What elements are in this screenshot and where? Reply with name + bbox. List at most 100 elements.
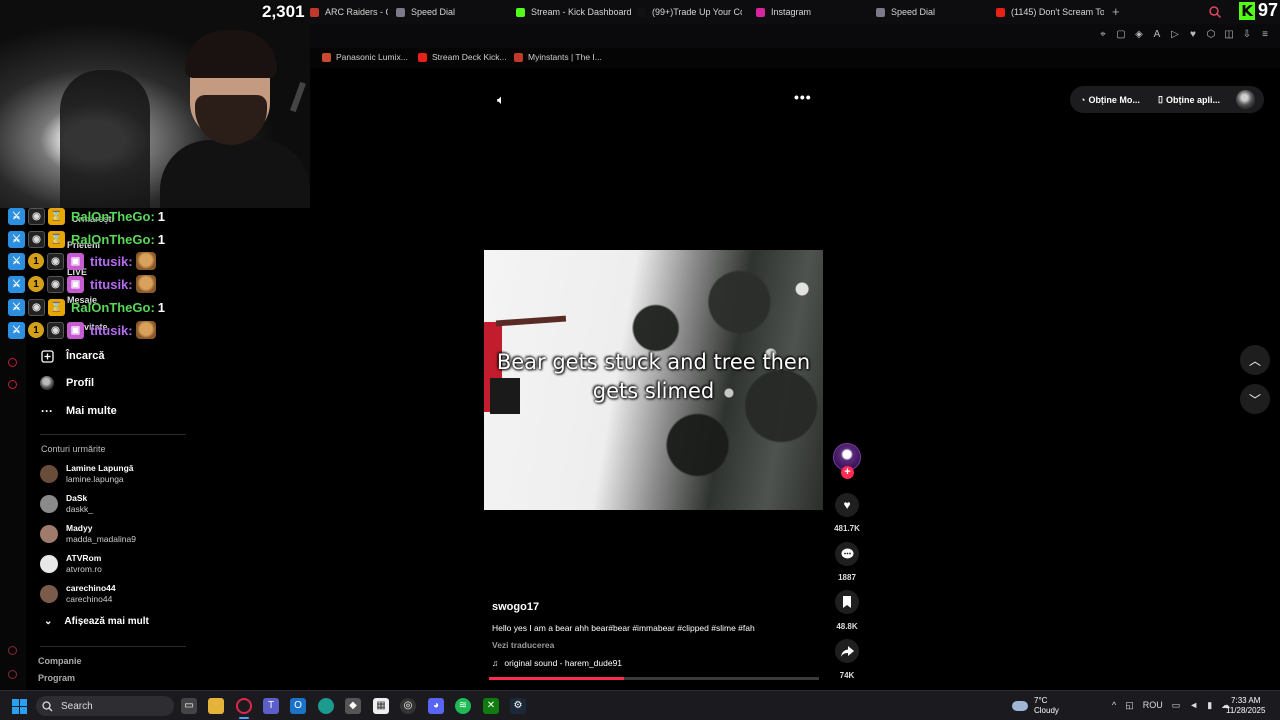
heart-icon[interactable]: ♥ — [1188, 29, 1198, 41]
get-coins-button[interactable]: ◔ Obține Mo... — [1080, 86, 1140, 113]
follow-plus-icon[interactable]: + — [841, 466, 854, 479]
strip-settings-icon[interactable] — [8, 646, 17, 655]
outlook-icon[interactable]: O — [290, 698, 306, 714]
followed-account[interactable]: Lamine Lapungă lamine.lapunga — [40, 463, 134, 485]
tray-chevron-icon[interactable]: ^ — [1112, 700, 1116, 711]
video-progress-fill — [489, 677, 625, 680]
browser-tab[interactable]: Speed Dial — [396, 0, 506, 24]
comment-button[interactable] — [835, 542, 859, 566]
play-icon[interactable]: ▷ — [1170, 29, 1180, 41]
video-sound[interactable]: ♫ original sound - harem_dude91 — [492, 658, 622, 668]
chat-username[interactable]: titusik: — [90, 277, 133, 292]
browser-tab[interactable]: (1145) Don't Scream Toge — [996, 0, 1104, 24]
share-button[interactable] — [835, 639, 859, 663]
bookmark-item[interactable]: Stream Deck Kick... — [418, 52, 507, 62]
opera-gx-icon[interactable] — [236, 698, 252, 714]
tab-favicon — [396, 7, 405, 17]
browser-tab[interactable]: Instagram — [756, 0, 866, 24]
rank-badge-icon: 1 — [28, 322, 44, 338]
translate-link[interactable]: Vezi traducerea — [492, 640, 554, 650]
teams-icon[interactable]: T — [263, 698, 279, 714]
chat-emote — [135, 275, 156, 293]
followed-account[interactable]: carechino44 carechino44 — [40, 583, 116, 605]
stream-viewer-count: 2,301 — [262, 2, 305, 21]
steam-icon[interactable]: ⚙ — [510, 698, 526, 714]
menu-icon[interactable]: ≡ — [1260, 29, 1270, 41]
nav-upload-label: Încarcă — [66, 350, 105, 362]
screenshot-icon[interactable]: ▢ — [1116, 29, 1126, 41]
chat-username[interactable]: titusik: — [90, 254, 133, 269]
strip-more-icon[interactable] — [8, 670, 17, 679]
network-icon[interactable]: ▭ — [1172, 700, 1181, 711]
footer-company-link[interactable]: Companie — [38, 656, 82, 666]
chat-message: ⚔ ◉ ⌛ RalOnTheGo: 1 — [8, 229, 165, 249]
browser-tab[interactable]: (99+)Trade Up Your Cov — [637, 0, 742, 24]
previous-video-button[interactable]: ︿ — [1240, 345, 1270, 375]
tray-app-icon[interactable]: ◱ — [1125, 700, 1134, 711]
phone-icon: ▯ — [1158, 94, 1163, 104]
volume-icon[interactable]: 🔈︎ — [497, 92, 505, 108]
nav-profile[interactable]: Profil — [40, 376, 94, 390]
strip-app-icon[interactable] — [8, 380, 17, 389]
app-icon[interactable]: ◆ — [345, 698, 361, 714]
weather-temp: 7°C — [1034, 696, 1048, 705]
volume-icon[interactable]: ◄ — [1189, 700, 1198, 711]
user-avatar[interactable] — [1236, 90, 1255, 109]
browser-tab[interactable]: Stream - Kick Dashboard — [516, 0, 636, 24]
store-icon[interactable]: ▦ — [373, 698, 389, 714]
chat-username[interactable]: RalOnTheGo: — [71, 232, 155, 247]
divider — [40, 434, 186, 435]
followed-account[interactable]: Madyy madda_madalina9 — [40, 523, 136, 545]
pin-icon[interactable]: ⌖ — [1098, 29, 1108, 41]
chat-username[interactable]: titusik: — [90, 323, 133, 338]
bookmark-item[interactable]: Panasonic Lumix... — [322, 52, 408, 62]
chat-username[interactable]: RalOnTheGo: — [71, 300, 155, 315]
windows-start-icon[interactable] — [12, 699, 27, 714]
spotify-icon[interactable]: ≋ — [455, 698, 471, 714]
edge-icon[interactable] — [318, 698, 334, 714]
translate-icon[interactable]: A — [1152, 29, 1162, 41]
next-video-button[interactable]: ﹀ — [1240, 384, 1270, 414]
xbox-icon[interactable]: ✕ — [483, 698, 499, 714]
followed-account[interactable]: ATVRom atvrom.ro — [40, 553, 102, 575]
save-button[interactable] — [835, 590, 859, 614]
account-avatar — [40, 555, 58, 573]
like-button[interactable]: ♥ — [835, 493, 859, 517]
taskbar-search[interactable]: Search — [36, 696, 174, 716]
file-explorer-icon[interactable] — [208, 698, 224, 714]
task-view-icon[interactable]: ▭ — [181, 698, 197, 714]
video-author[interactable]: swogo17 — [492, 601, 539, 613]
like-count: 481.7K — [834, 524, 860, 533]
video-progress-bar[interactable] — [489, 677, 819, 680]
video-player[interactable]: Bear gets stuck and tree then gets slime… — [484, 250, 823, 510]
browser-tab[interactable]: Speed Dial — [876, 0, 986, 24]
weather-widget[interactable]: 7°C Cloudy — [1012, 696, 1059, 716]
get-app-button[interactable]: ▯ Obține apli... — [1158, 86, 1220, 113]
followed-account[interactable]: DaSk daskk_ — [40, 493, 93, 515]
show-more-button[interactable]: ⌄ Afișează mai mult — [44, 616, 149, 627]
language-indicator[interactable]: ROU — [1143, 700, 1163, 711]
discord-icon[interactable]: ◕ — [428, 698, 444, 714]
more-options-icon[interactable]: ••• — [794, 89, 812, 105]
search-icon[interactable] — [1208, 5, 1222, 19]
extensions-icon[interactable]: ⬡ — [1206, 29, 1216, 41]
chat-username[interactable]: RalOnTheGo: — [71, 209, 155, 224]
obs-icon[interactable]: ◎ — [400, 698, 416, 714]
sound-label: original sound - harem_dude91 — [504, 658, 623, 668]
moderator-badge-icon: ⚔ — [8, 252, 25, 270]
camera-badge-icon: ◉ — [47, 321, 64, 339]
bookmark-item[interactable]: Myinstants | The I... — [514, 52, 602, 62]
battery-icon[interactable]: ▮ — [1207, 700, 1212, 711]
new-tab-plus-icon[interactable]: + — [1112, 5, 1120, 18]
browser-tab[interactable]: ARC Raiders - Offi — [310, 0, 388, 24]
wallet-icon[interactable]: ◫ — [1224, 29, 1234, 41]
footer-program-link[interactable]: Program — [38, 673, 75, 683]
nav-more[interactable]: ··· Mai multe — [40, 404, 117, 418]
download-icon[interactable]: ⇩ — [1242, 29, 1252, 41]
tab-favicon — [310, 7, 319, 17]
nav-upload[interactable]: Încarcă — [40, 349, 105, 363]
shield-icon[interactable]: ◈ — [1134, 29, 1144, 41]
taskbar-clock[interactable]: 7:33 AM 11/28/2025 — [1226, 696, 1265, 716]
tab-label: (99+)Trade Up Your Cov — [652, 7, 742, 17]
strip-app-icon[interactable] — [8, 358, 17, 367]
